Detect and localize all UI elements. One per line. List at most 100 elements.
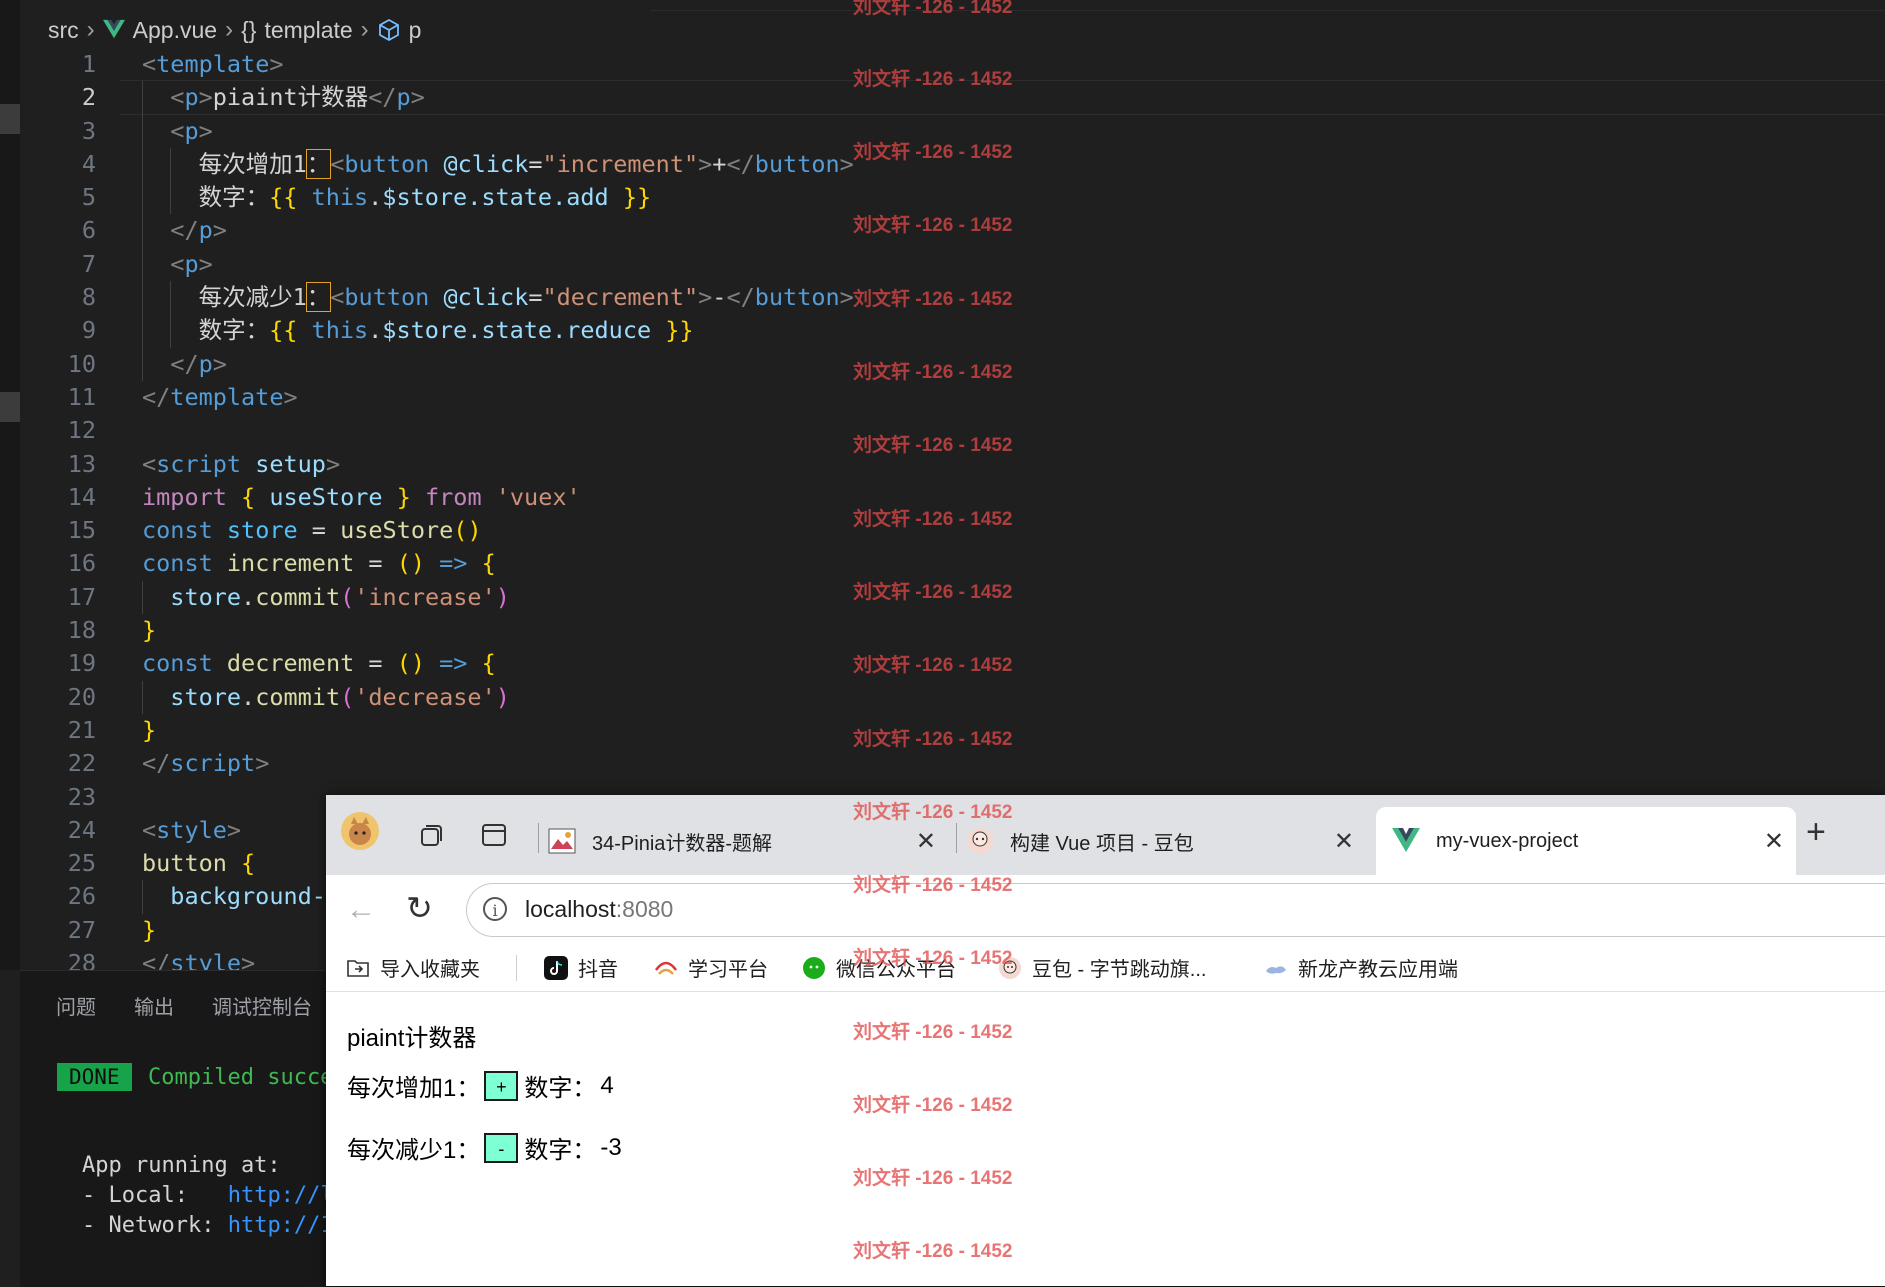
bookmark-label: 抖音	[578, 959, 618, 981]
browser-tab[interactable]: 构建 Vue 项目 - 豆包 ✕	[966, 807, 1366, 875]
watermark-text: 刘文轩 -126 - 1452	[853, 802, 1013, 823]
increment-button[interactable]: +	[484, 1070, 519, 1101]
watermark-text: 刘文轩 -126 - 1452	[853, 1022, 1013, 1043]
activity-marker	[0, 392, 20, 422]
line-number: 14	[67, 482, 96, 511]
study-platform-icon	[654, 961, 678, 975]
sidebar-toggle-icon[interactable]	[476, 817, 512, 853]
braces-icon: {}	[241, 16, 257, 43]
profile-avatar-icon[interactable]	[340, 811, 380, 851]
code-token: ：	[305, 282, 332, 313]
local-url-link[interactable]: http://l	[228, 1183, 334, 1208]
line-number: 17	[67, 582, 96, 611]
collections-icon[interactable]	[414, 817, 450, 853]
code-token: useStore	[269, 482, 383, 511]
tab-debug-console[interactable]: 调试控制台	[212, 991, 312, 1020]
increment-value: 4	[600, 1071, 614, 1099]
back-arrow-icon[interactable]: ←	[346, 893, 376, 927]
line-number: 27	[67, 915, 96, 944]
decrement-button[interactable]: -	[484, 1132, 519, 1163]
decrement-value-label: 数字：	[524, 1137, 597, 1164]
increment-value-label: 数字：	[524, 1075, 597, 1102]
bookmark-label: 导入收藏夹	[380, 959, 480, 981]
watermark-text: 刘文轩 -126 - 1452	[853, 509, 1013, 530]
import-folder-icon	[347, 959, 369, 977]
close-icon[interactable]: ✕	[1334, 827, 1354, 856]
browser-window[interactable]: 34-Pinia计数器-题解 ✕ 构建 Vue 项目 - 豆包 ✕ my-vue…	[326, 795, 1885, 1286]
code-token: 数字：	[198, 316, 270, 345]
code-token: script	[170, 749, 256, 778]
line-number: 24	[67, 815, 96, 844]
bookmark-label: 新龙产教云应用端	[1298, 959, 1458, 981]
tab-separator	[538, 823, 539, 853]
browser-tab-active[interactable]: my-vuex-project ✕	[1376, 807, 1796, 875]
breadcrumb: src › App.vue › {} template › p	[48, 12, 421, 48]
tab-output[interactable]: 输出	[134, 991, 174, 1020]
line-number: 22	[67, 749, 96, 778]
watermark-text: 刘文轩 -126 - 1452	[853, 215, 1013, 236]
code-token: store	[226, 516, 298, 545]
decrement-value: -3	[600, 1133, 622, 1161]
new-tab-plus-icon[interactable]: +	[1806, 813, 1826, 852]
line-number: 23	[67, 782, 96, 811]
page-title: piaint计数器	[347, 1025, 477, 1052]
line-number: 1	[81, 50, 96, 78]
line-number: 2	[81, 83, 96, 112]
terminal-output: App running at: - Local: http://l - Netw…	[82, 1151, 334, 1241]
line-number: 8	[81, 283, 96, 312]
network-url-link[interactable]: http://1	[228, 1213, 334, 1238]
local-label: - Local:	[82, 1183, 228, 1208]
url-input[interactable]: i localhost:8080	[466, 883, 1885, 937]
bookmark-xinlong[interactable]: 新龙产教云应用端	[1264, 953, 1458, 982]
panel-tabs: 问题 输出 调试控制台	[56, 991, 312, 1020]
tab-separator	[956, 823, 957, 853]
tab-title: 34-Pinia计数器-题解	[592, 832, 773, 855]
breadcrumb-src[interactable]: src	[48, 17, 79, 44]
breadcrumb-file[interactable]: App.vue	[133, 17, 217, 44]
watermark-text: 刘文轩 -126 - 1452	[853, 69, 1013, 90]
done-badge: DONE	[57, 1063, 132, 1091]
line-number: 7	[81, 249, 96, 278]
line-number: 12	[67, 416, 96, 445]
url-port: :8080	[615, 896, 674, 922]
code-token: @click	[443, 149, 529, 178]
doubao-favicon-icon	[967, 828, 993, 854]
decrement-label: 每次减少1：	[347, 1137, 481, 1164]
bookmark-import[interactable]: 导入收藏夹	[346, 953, 480, 982]
code-token: 数字：	[198, 183, 270, 212]
watermark-text: 刘文轩 -126 - 1452	[853, 1241, 1013, 1262]
close-icon[interactable]: ✕	[1764, 827, 1784, 856]
code-token: background-c	[170, 882, 341, 911]
compiled-message: Compiled succe	[148, 1065, 334, 1090]
code-token: 'increase'	[354, 582, 496, 611]
watermark-text: 刘文轩 -126 - 1452	[853, 1095, 1013, 1116]
watermark-text: 刘文轩 -126 - 1452	[853, 875, 1013, 896]
close-icon[interactable]: ✕	[916, 827, 936, 856]
vue-icon	[102, 19, 125, 39]
line-number: 4	[81, 149, 96, 178]
bookmark-study[interactable]: 学习平台	[654, 953, 768, 982]
code-token: increment	[226, 549, 355, 578]
bookmark-douyin[interactable]: 抖音	[544, 953, 618, 982]
line-number: 9	[81, 316, 96, 345]
tab-problems[interactable]: 问题	[56, 991, 96, 1020]
bookmarks-bar: 导入收藏夹 抖音 学习平台 微信公众平台 豆包 - 字节跳动旗... 新龙产教云…	[326, 943, 1885, 992]
line-number: 11	[67, 382, 96, 411]
breadcrumb-template[interactable]: template	[264, 17, 352, 44]
code-token: "increment"	[542, 149, 699, 178]
code-token: setup	[255, 449, 326, 478]
code-token: button	[142, 849, 227, 878]
code-token: const	[142, 516, 213, 545]
code-token: @click	[443, 283, 529, 312]
cube-icon	[378, 18, 399, 42]
reload-icon[interactable]: ↻	[406, 889, 433, 927]
bookmark-doubao[interactable]: 豆包 - 字节跳动旗...	[998, 953, 1206, 982]
breadcrumb-node[interactable]: p	[409, 17, 422, 44]
line-number: 26	[67, 882, 96, 911]
watermark-text: 刘文轩 -126 - 1452	[853, 655, 1013, 676]
activity-marker	[0, 104, 20, 134]
watermark-text: 刘文轩 -126 - 1452	[853, 948, 1013, 969]
divider	[650, 0, 1885, 11]
decrement-row: 每次减少1： - 数字： -3	[347, 1130, 622, 1165]
info-icon[interactable]: i	[483, 897, 507, 921]
